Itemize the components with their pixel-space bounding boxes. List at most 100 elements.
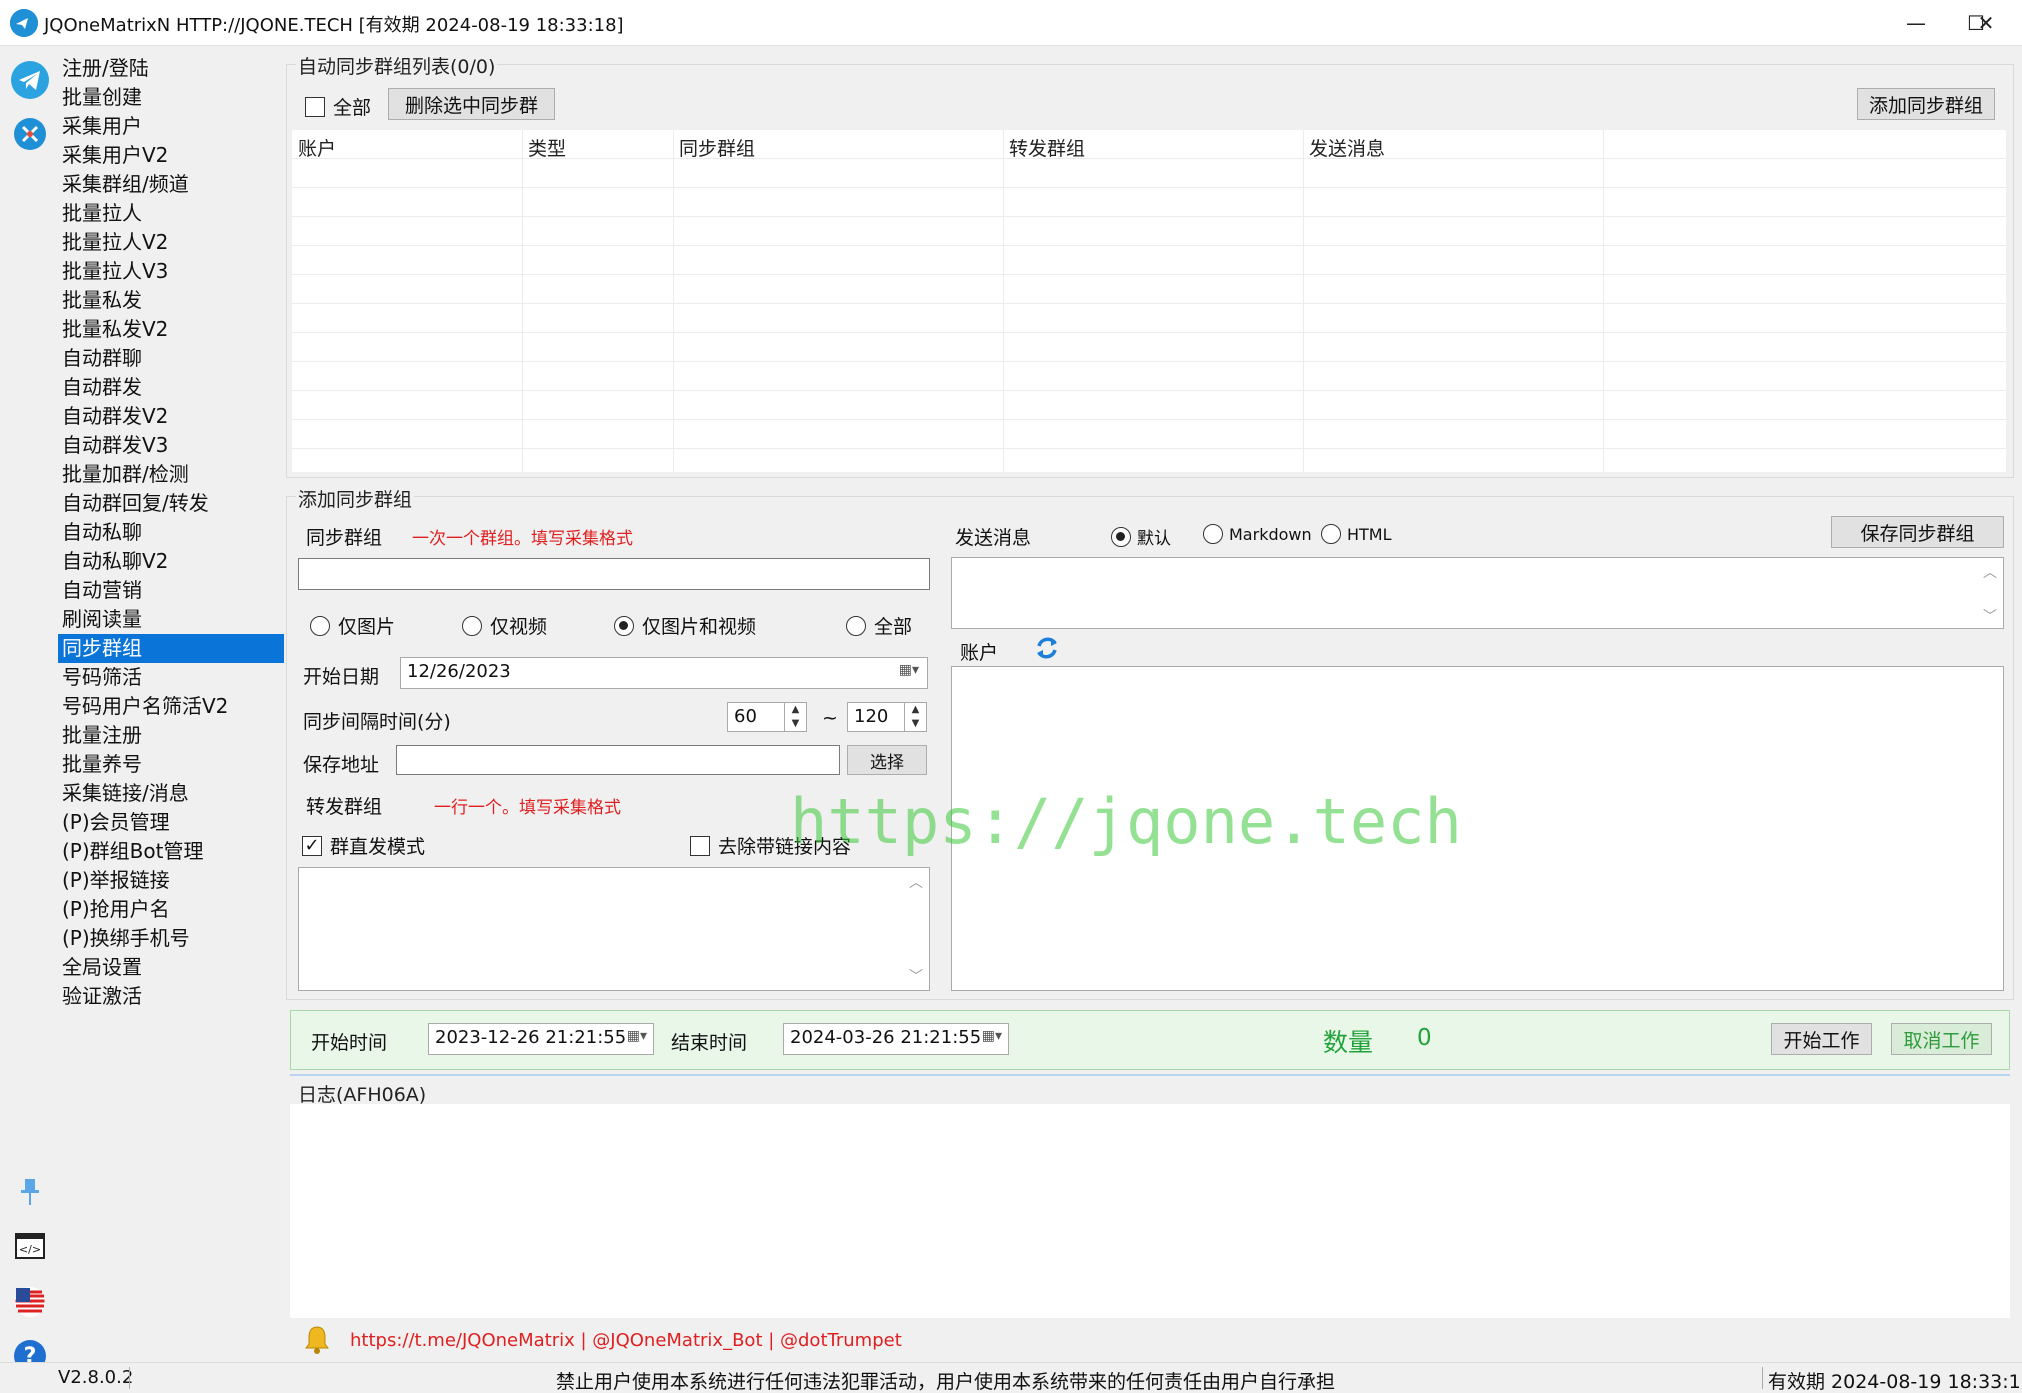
count-value: 0 <box>1417 1025 1432 1051</box>
expiry-label: 有效期 2024-08-19 18:33:18 <box>1768 1371 2022 1393</box>
send-message-textarea[interactable]: ︿ ﹀ <box>951 557 2004 629</box>
interval-min-spin[interactable]: ▲ ▼ <box>784 703 806 731</box>
sidebar-item[interactable]: 自动群发 <box>58 373 284 402</box>
us-flag-icon[interactable] <box>10 1282 50 1322</box>
work-start-picker[interactable]: 2023-12-26 21:21:55 ▦▾ <box>428 1023 654 1055</box>
send-message-label: 发送消息 <box>955 527 1032 549</box>
sidebar-item[interactable]: 同步群组 <box>58 634 284 663</box>
direct-mode-toggle[interactable]: 群直发模式 <box>302 832 425 859</box>
sidebar-item[interactable]: 自动私聊 <box>58 518 284 547</box>
pin-icon[interactable] <box>10 1172 50 1212</box>
work-panel: 开始时间 2023-12-26 21:21:55 ▦▾ 结束时间 2024-03… <box>290 1010 2010 1070</box>
sync-group-hint: 一次一个群组。填写采集格式 <box>412 529 633 549</box>
col-sync-group[interactable]: 同步群组 <box>679 134 755 161</box>
save-sync-group-button[interactable]: 保存同步群组 <box>1831 516 2004 548</box>
media-option-videos[interactable]: 仅视频 <box>462 612 547 639</box>
start-calendar-icon[interactable]: ▦▾ <box>627 1028 647 1044</box>
calendar-icon[interactable]: ▦▾ <box>899 662 919 678</box>
sidebar-item[interactable]: 验证激活 <box>58 982 284 1011</box>
media-radio-images-videos[interactable] <box>614 615 634 636</box>
sidebar-item[interactable]: 刷阅读量 <box>58 605 284 634</box>
sidebar-item[interactable]: 自动群发V3 <box>58 431 284 460</box>
media-option-images-videos[interactable]: 仅图片和视频 <box>614 612 756 639</box>
format-radio-html[interactable] <box>1321 524 1341 544</box>
log-area[interactable] <box>290 1104 2010 1318</box>
col-account[interactable]: 账户 <box>298 134 336 161</box>
sidebar-item[interactable]: 全局设置 <box>58 953 284 982</box>
sidebar-item[interactable]: 批量拉人V3 <box>58 257 284 286</box>
strip-links-checkbox[interactable] <box>690 835 710 856</box>
sidebar-item[interactable]: 批量私发V2 <box>58 315 284 344</box>
minimize-button[interactable]: — <box>1886 0 1946 46</box>
close-button[interactable]: ✕ <box>1956 0 2016 46</box>
start-date-picker[interactable]: 12/26/2023 ▦▾ <box>400 657 928 689</box>
col-forward-group[interactable]: 转发群组 <box>1009 134 1085 161</box>
select-all-checkbox[interactable] <box>305 96 325 117</box>
interval-min-stepper[interactable]: 60 ▲ ▼ <box>727 702 807 732</box>
sidebar-item[interactable]: 自动群聊 <box>58 344 284 373</box>
sidebar-item[interactable]: (P)换绑手机号 <box>58 924 284 953</box>
sidebar-item[interactable]: 自动私聊V2 <box>58 547 284 576</box>
interval-max-spin[interactable]: ▲ ▼ <box>904 703 926 731</box>
sidebar-item[interactable]: 批量注册 <box>58 721 284 750</box>
cancel-work-button[interactable]: 取消工作 <box>1891 1023 1992 1055</box>
sidebar-item[interactable]: 批量私发 <box>58 286 284 315</box>
format-radio-markdown[interactable] <box>1203 524 1223 544</box>
sidebar-item[interactable]: 批量创建 <box>58 83 284 112</box>
message-scroll-up-icon[interactable]: ︿ <box>1983 562 1997 582</box>
media-radio-images[interactable] <box>310 615 330 636</box>
select-all-label: 全部 <box>333 97 372 119</box>
sidebar-item[interactable]: 号码用户名筛活V2 <box>58 692 284 721</box>
format-option-default[interactable]: 默认 <box>1111 524 1171 549</box>
media-option-images[interactable]: 仅图片 <box>310 612 395 639</box>
format-option-html[interactable]: HTML <box>1321 524 1392 544</box>
interval-max-stepper[interactable]: 120 ▲ ▼ <box>847 702 927 732</box>
sidebar-item[interactable]: (P)群组Bot管理 <box>58 837 284 866</box>
scroll-down-icon[interactable]: ﹀ <box>909 966 923 986</box>
sidebar-item[interactable]: 批量拉人 <box>58 199 284 228</box>
choose-path-button[interactable]: 选择 <box>847 745 927 775</box>
sidebar-item[interactable]: 注册/登陆 <box>58 54 284 83</box>
format-radio-default[interactable] <box>1111 526 1131 547</box>
sidebar-item[interactable]: 自动群发V2 <box>58 402 284 431</box>
work-end-picker[interactable]: 2024-03-26 21:21:55 ▦▾ <box>783 1023 1009 1055</box>
work-start-value: 2023-12-26 21:21:55 <box>435 1027 627 1048</box>
add-sync-group-button[interactable]: 添加同步群组 <box>1857 88 1995 120</box>
count-label: 数量 <box>1323 1028 1374 1057</box>
col-type[interactable]: 类型 <box>528 134 566 161</box>
sidebar-item[interactable]: 批量拉人V2 <box>58 228 284 257</box>
sidebar-item[interactable]: 采集群组/频道 <box>58 170 284 199</box>
media-radio-all[interactable] <box>846 615 866 636</box>
forward-group-label: 转发群组 <box>306 796 383 818</box>
sidebar-item[interactable]: 批量养号 <box>58 750 284 779</box>
contact-links[interactable]: https://t.me/JQOneMatrix | @JQOneMatrix_… <box>350 1330 902 1351</box>
sidebar-item[interactable]: 号码筛活 <box>58 663 284 692</box>
select-all[interactable]: 全部 <box>305 93 371 120</box>
forward-group-textarea[interactable]: ︿ ﹀ <box>298 867 930 991</box>
telegram-icon[interactable] <box>10 60 50 100</box>
media-option-all[interactable]: 全部 <box>846 612 912 639</box>
scroll-up-icon[interactable]: ︿ <box>909 872 923 892</box>
message-scroll-down-icon[interactable]: ﹀ <box>1983 606 1997 626</box>
sidebar-item[interactable]: (P)会员管理 <box>58 808 284 837</box>
sidebar-item[interactable]: (P)抢用户名 <box>58 895 284 924</box>
sidebar-item[interactable]: 采集用户V2 <box>58 141 284 170</box>
code-window-icon[interactable]: </> <box>10 1226 50 1266</box>
format-option-markdown[interactable]: Markdown <box>1203 524 1312 544</box>
sidebar-item[interactable]: 采集用户 <box>58 112 284 141</box>
save-path-input[interactable] <box>396 745 840 775</box>
refresh-icon[interactable] <box>1034 635 1060 666</box>
sidebar-item[interactable]: 自动营销 <box>58 576 284 605</box>
end-calendar-icon[interactable]: ▦▾ <box>982 1028 1002 1044</box>
start-work-button[interactable]: 开始工作 <box>1771 1023 1872 1055</box>
delete-selected-button[interactable]: 删除选中同步群 <box>388 88 555 120</box>
sidebar-item[interactable]: 采集链接/消息 <box>58 779 284 808</box>
tools-icon[interactable] <box>10 114 50 154</box>
direct-mode-checkbox[interactable] <box>302 835 322 856</box>
col-send-message[interactable]: 发送消息 <box>1309 134 1385 161</box>
media-radio-videos[interactable] <box>462 615 482 636</box>
sidebar-item[interactable]: 批量加群/检测 <box>58 460 284 489</box>
sidebar-item[interactable]: (P)举报链接 <box>58 866 284 895</box>
sync-group-input[interactable] <box>298 558 930 590</box>
sidebar-item[interactable]: 自动群回复/转发 <box>58 489 284 518</box>
